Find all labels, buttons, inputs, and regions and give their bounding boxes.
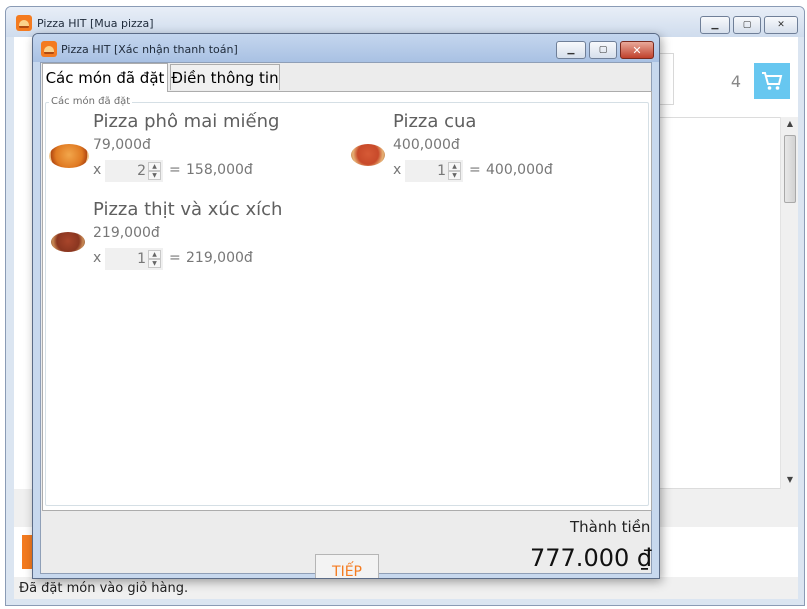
next-button[interactable]: TIẾP [315, 554, 379, 579]
status-bar: Đã đặt món vào giỏ hàng. [14, 577, 798, 599]
item-total: 219,000đ [186, 250, 253, 266]
next-button-label: TIẾP [332, 563, 362, 579]
close-icon: ✕ [632, 43, 642, 57]
tab-label: Các món đã đặt [45, 69, 165, 87]
dialog-titlebar[interactable]: Pizza HIT [Xác nhận thanh toán] ▁ ▢ ✕ [33, 34, 659, 62]
item-price: 219,000đ [93, 225, 160, 241]
tab-ordered-items[interactable]: Các món đã đặt [42, 63, 168, 92]
total-label: Thành tiền [570, 518, 651, 536]
equals-sign: = [169, 162, 181, 178]
scroll-up-arrow-icon[interactable]: ▲ [781, 119, 799, 128]
product-list-area [654, 117, 798, 489]
spin-down-icon[interactable]: ▼ [148, 171, 161, 180]
main-minimize-button[interactable]: ▁ [700, 16, 730, 34]
quantity-value: 1 [437, 163, 446, 179]
item-name: Pizza cua [393, 111, 477, 132]
shopping-cart-icon [762, 72, 783, 90]
cart-count-badge: 4 [718, 63, 754, 99]
scroll-thumb[interactable] [784, 135, 796, 203]
spin-down-icon[interactable]: ▼ [148, 259, 161, 268]
close-icon: ✕ [777, 20, 785, 30]
maximize-icon: ▢ [598, 45, 608, 55]
order-item: Pizza phô mai miếng 79,000đ x 2 ▲ ▼ = 15… [47, 108, 347, 196]
dialog-close-button[interactable]: ✕ [620, 41, 654, 59]
quantity-multiplier: x [93, 162, 102, 178]
quantity-stepper[interactable]: 2 ▲ ▼ [105, 160, 163, 182]
item-price: 79,000đ [93, 137, 151, 153]
main-maximize-button[interactable]: ▢ [733, 16, 761, 34]
quantity-multiplier: x [393, 162, 402, 178]
pizza-app-icon [41, 41, 57, 57]
dialog-client-area: Các món đã đặt Điền thông tin Các món đã… [40, 62, 653, 578]
main-window-title: Pizza HIT [Mua pizza] [37, 17, 154, 30]
minimize-icon: ▁ [711, 20, 719, 30]
quantity-stepper[interactable]: 1 ▲ ▼ [105, 248, 163, 270]
tab-fill-info[interactable]: Điền thông tin [170, 64, 280, 90]
equals-sign: = [169, 250, 181, 266]
crab-pizza-image [351, 144, 385, 166]
pizza-app-icon [16, 15, 32, 31]
order-item: Pizza cua 400,000đ x 1 ▲ ▼ = 400,000đ [347, 108, 647, 196]
item-name: Pizza thịt và xúc xích [93, 199, 283, 220]
item-total: 400,000đ [486, 162, 553, 178]
items-panel: Pizza phô mai miếng 79,000đ x 2 ▲ ▼ = 15… [47, 108, 647, 464]
dialog-maximize-button[interactable]: ▢ [589, 41, 617, 59]
dialog-minimize-button[interactable]: ▁ [556, 41, 586, 59]
item-price: 400,000đ [393, 137, 460, 153]
dialog-title: Pizza HIT [Xác nhận thanh toán] [61, 43, 238, 56]
tab-label: Điền thông tin [171, 68, 279, 87]
quantity-value: 1 [137, 251, 146, 267]
equals-sign: = [469, 162, 481, 178]
group-label: Các món đã đặt [49, 96, 133, 107]
quantity-value: 2 [137, 163, 146, 179]
spin-up-icon[interactable]: ▲ [148, 162, 161, 171]
product-list-scrollbar[interactable]: ▲ ▼ [780, 117, 798, 489]
scroll-down-arrow-icon[interactable]: ▼ [781, 475, 799, 484]
meat-pizza-image [51, 232, 85, 252]
maximize-icon: ▢ [742, 20, 752, 30]
quantity-stepper[interactable]: 1 ▲ ▼ [405, 160, 463, 182]
order-item: Pizza thịt và xúc xích 219,000đ x 1 ▲ ▼ … [47, 196, 347, 284]
add-to-cart-button-edge[interactable] [22, 535, 32, 569]
minimize-icon: ▁ [567, 45, 575, 55]
item-name: Pizza phô mai miếng [93, 111, 280, 132]
main-close-button[interactable]: ✕ [764, 16, 798, 34]
total-value: 777.000 ₫ [530, 544, 653, 572]
quantity-multiplier: x [93, 250, 102, 266]
item-total: 158,000đ [186, 162, 253, 178]
spin-down-icon[interactable]: ▼ [448, 171, 461, 180]
status-text: Đã đặt món vào giỏ hàng. [19, 580, 189, 596]
spin-up-icon[interactable]: ▲ [448, 162, 461, 171]
ordered-items-tab-page: Các món đã đặt Pizza phô mai miếng 79,00… [42, 91, 652, 511]
cart-button[interactable] [754, 63, 790, 99]
checkout-dialog: Pizza HIT [Xác nhận thanh toán] ▁ ▢ ✕ Cá… [32, 33, 660, 579]
spin-up-icon[interactable]: ▲ [148, 250, 161, 259]
cheese-pizza-image [49, 144, 89, 168]
